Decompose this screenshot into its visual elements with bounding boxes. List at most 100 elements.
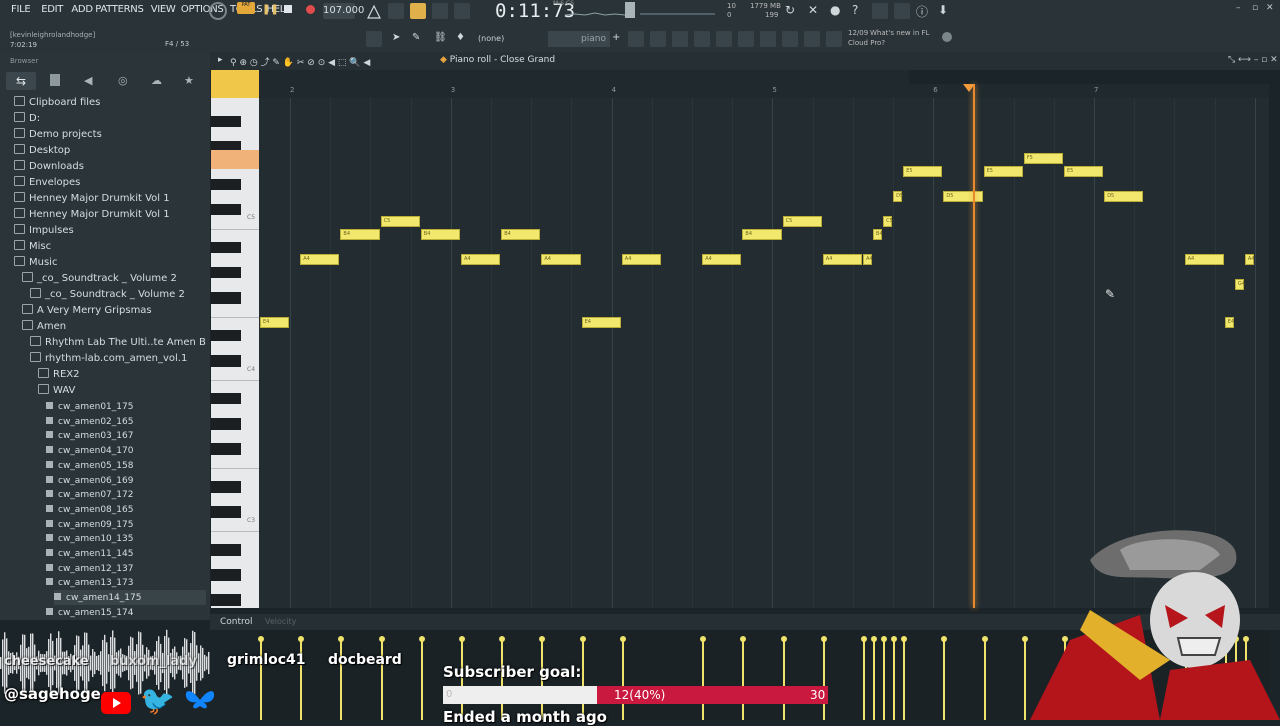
- menu-file[interactable]: FILE: [11, 4, 31, 15]
- piano-roll-tools[interactable]: ⚲ ⊕ ◷ ⤴ ✎ ✋ ✂ ⊘ ⊙ ◀ ⬚ 🔍 ◀: [230, 55, 370, 68]
- plugin-db-icon[interactable]: [738, 31, 754, 47]
- browser-file-item[interactable]: cw_amen08_165: [46, 502, 206, 517]
- playlist-icon[interactable]: [672, 31, 688, 47]
- note[interactable]: E4: [1224, 317, 1234, 329]
- browser-file-item[interactable]: cw_amen15_174: [46, 605, 206, 620]
- note[interactable]: A4: [300, 254, 340, 266]
- black-key[interactable]: [211, 569, 241, 581]
- velocity-bar[interactable]: [742, 638, 745, 720]
- menu-edit[interactable]: EDIT: [41, 4, 63, 15]
- loop-record-icon[interactable]: [454, 3, 470, 19]
- velocity-bar[interactable]: [420, 638, 423, 720]
- tempo-tapper-icon[interactable]: [804, 31, 820, 47]
- browser-folder-item[interactable]: Clipboard files: [14, 95, 206, 110]
- velocity-handle[interactable]: [981, 636, 988, 642]
- note[interactable]: B4: [873, 229, 883, 240]
- news-subline[interactable]: Cloud Pro?: [848, 39, 885, 47]
- close-button[interactable]: ✕: [1266, 3, 1274, 13]
- browser-file-item[interactable]: cw_amen09_175: [46, 517, 206, 532]
- velocity-bar[interactable]: [822, 638, 825, 720]
- note[interactable]: F5: [1023, 153, 1063, 165]
- black-key[interactable]: [211, 203, 241, 216]
- browser-files-icon[interactable]: [50, 74, 60, 86]
- velocity-handle[interactable]: [881, 636, 888, 642]
- velocity-handle[interactable]: [539, 636, 546, 642]
- menu-add[interactable]: ADD: [71, 4, 93, 15]
- note[interactable]: A4: [702, 254, 742, 266]
- browser-folder-item[interactable]: Demo projects: [14, 127, 206, 142]
- velocity-bar[interactable]: [893, 638, 896, 720]
- pencil-icon[interactable]: ✎: [412, 32, 420, 43]
- note[interactable]: C5: [380, 216, 420, 228]
- note[interactable]: A4: [621, 254, 661, 266]
- note[interactable]: A4: [1244, 254, 1255, 266]
- velocity-handle[interactable]: [258, 636, 264, 642]
- velocity-handle[interactable]: [298, 636, 305, 642]
- countdown-icon[interactable]: [410, 3, 426, 19]
- browser-folder-item[interactable]: rhythm-lab.com_amen_vol.1: [30, 351, 206, 366]
- velocity-handle[interactable]: [871, 636, 878, 642]
- piano-roll-menu-icon[interactable]: ▸: [218, 55, 223, 65]
- browser-folder-item[interactable]: Downloads: [14, 159, 206, 174]
- black-key[interactable]: [211, 443, 241, 455]
- tools-icon[interactable]: ✕: [808, 3, 818, 17]
- black-key[interactable]: [211, 544, 241, 556]
- velocity-bar[interactable]: [863, 638, 865, 720]
- browser-all-tab[interactable]: ⇆: [6, 72, 36, 90]
- note[interactable]: A4: [1184, 254, 1224, 266]
- velocity-bar[interactable]: [1023, 638, 1026, 720]
- play-button[interactable]: ❚❚: [262, 4, 279, 15]
- note[interactable]: A4: [863, 254, 873, 266]
- black-key[interactable]: [211, 392, 241, 405]
- piano-keyboard[interactable]: C5 C4 C3: [211, 98, 259, 621]
- black-key[interactable]: [211, 178, 241, 191]
- velocity-handle[interactable]: [619, 636, 626, 642]
- browser-folder-item[interactable]: Henney Major Drumkit Vol 1: [14, 207, 206, 222]
- piano-roll-overview[interactable]: [259, 70, 909, 84]
- stop-button[interactable]: [284, 5, 292, 13]
- download-icon[interactable]: ⬇: [938, 3, 948, 17]
- record-mode-knob[interactable]: [209, 2, 227, 20]
- note[interactable]: B4: [742, 229, 782, 240]
- pat-song-toggle[interactable]: PAT: [237, 2, 255, 14]
- note[interactable]: A4: [461, 254, 501, 266]
- note[interactable]: D5: [943, 191, 983, 203]
- link-icon[interactable]: ⛓: [434, 32, 447, 43]
- browser-folder-item[interactable]: Amen: [22, 319, 206, 334]
- note[interactable]: D5: [1104, 191, 1144, 203]
- note[interactable]: E5: [903, 166, 943, 177]
- black-key[interactable]: [211, 355, 241, 367]
- velocity-bar[interactable]: [380, 638, 383, 720]
- browser-file-item[interactable]: cw_amen13_173: [46, 575, 206, 590]
- piano-roll-view-icon[interactable]: [366, 31, 382, 47]
- note[interactable]: E4: [260, 317, 290, 329]
- velocity-handle[interactable]: [700, 636, 707, 642]
- playhead[interactable]: [972, 84, 975, 608]
- browser-folder-item[interactable]: D:: [14, 111, 206, 126]
- browser-file-item[interactable]: cw_amen14_175: [54, 590, 206, 606]
- browser-folder-item[interactable]: Misc: [14, 239, 206, 254]
- arrow-right-icon[interactable]: ➤: [392, 32, 400, 43]
- velocity-handle[interactable]: [1021, 636, 1028, 642]
- browser-speaker-icon[interactable]: ◀: [84, 74, 92, 87]
- channel-rack-icon[interactable]: [650, 31, 666, 47]
- velocity-bar[interactable]: [300, 638, 303, 720]
- black-key[interactable]: [211, 115, 241, 128]
- control-target[interactable]: Velocity: [265, 617, 296, 626]
- pattern-selector[interactable]: (none): [478, 31, 538, 47]
- menu-view[interactable]: VIEW: [151, 4, 176, 15]
- velocity-handle[interactable]: [378, 636, 385, 642]
- note[interactable]: C5: [782, 216, 822, 228]
- record-button[interactable]: [306, 5, 315, 14]
- note[interactable]: D5: [893, 191, 903, 203]
- browser-folder-item[interactable]: _co_ Soundtrack _ Volume 2: [22, 271, 206, 286]
- velocity-handle[interactable]: [418, 636, 425, 642]
- browser-folder-item[interactable]: Music: [14, 255, 206, 270]
- browser-folder-item[interactable]: WAV: [38, 383, 206, 398]
- browser-folder-item[interactable]: REX2: [38, 367, 206, 382]
- note[interactable]: B4: [501, 229, 541, 240]
- timeline-ruler[interactable]: 2 3 4 5 6 7: [259, 84, 1269, 98]
- info-icon[interactable]: ⓘ: [916, 3, 928, 20]
- piano-roll-snap-corner[interactable]: [211, 70, 259, 98]
- velocity-bar[interactable]: [260, 638, 262, 720]
